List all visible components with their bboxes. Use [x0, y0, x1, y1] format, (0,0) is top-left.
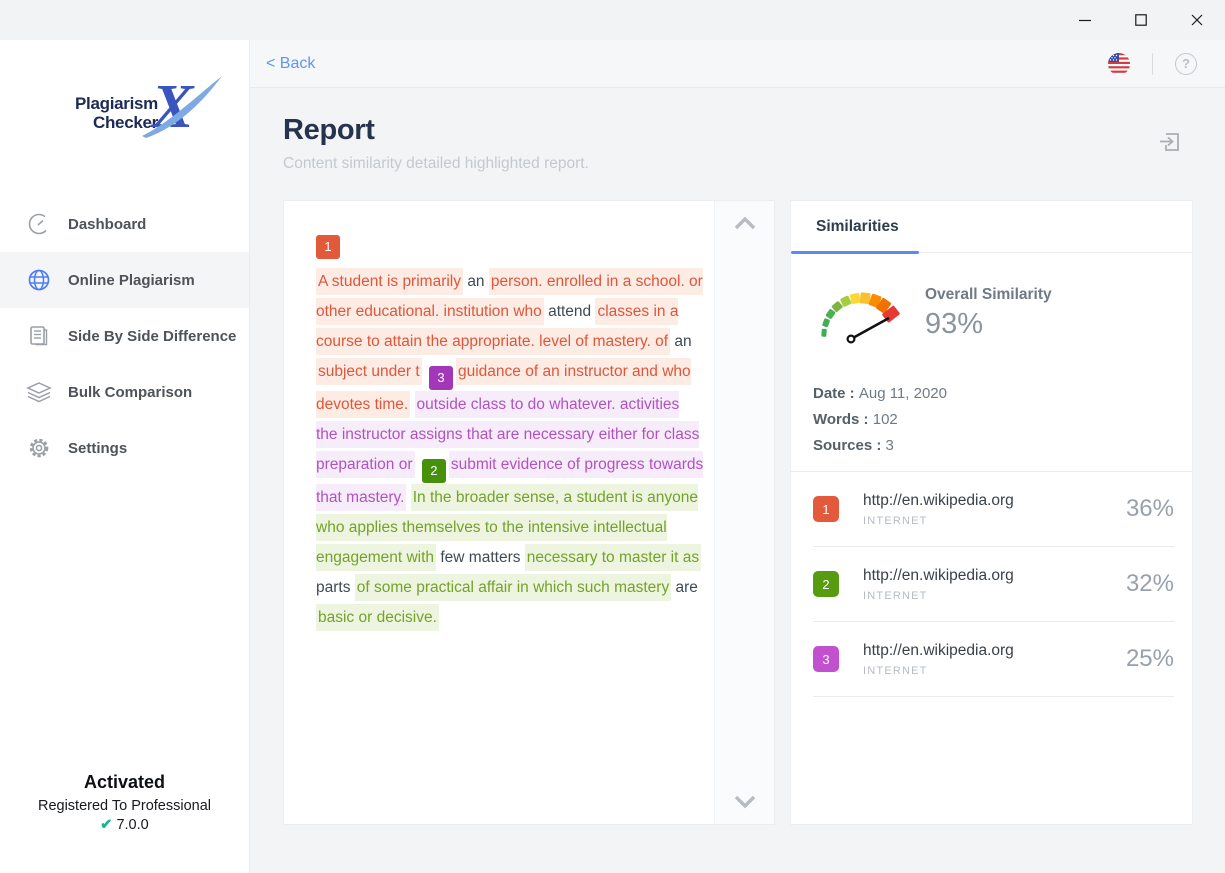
sidebar-item-online-plagiarism[interactable]: Online Plagiarism — [0, 252, 249, 308]
sidebar-item-label: Bulk Comparison — [68, 384, 192, 401]
layers-icon — [26, 379, 52, 405]
back-button[interactable]: < Back — [266, 55, 315, 73]
meta-row: Sources : 3 — [813, 433, 1192, 459]
plain-text-segment: attend — [548, 303, 595, 320]
overall-similarity-value: 93% — [925, 308, 1052, 341]
highlight-segment-s1: A student is primarily — [316, 268, 463, 295]
gear-icon — [26, 435, 52, 461]
sidebar-item-label: Settings — [68, 440, 127, 457]
report-meta: Date : Aug 11, 2020 Words : 102 Sources … — [791, 351, 1192, 459]
source-row[interactable]: 3 http://en.wikipedia.org INTERNET 25% — [813, 622, 1174, 697]
meta-row: Date : Aug 11, 2020 — [813, 381, 1192, 407]
meta-label: Sources : — [813, 437, 886, 454]
plain-text-segment: few matters — [440, 549, 524, 566]
main-content: Report Content similarity detailed highl… — [250, 88, 1225, 873]
globe-icon — [26, 267, 52, 293]
tab-similarities[interactable]: Similarities — [816, 218, 899, 236]
sidebar-item-label: Dashboard — [68, 216, 146, 233]
meta-value: Aug 11, 2020 — [859, 385, 947, 402]
source-type-label: INTERNET — [863, 665, 1014, 677]
source-percent: 25% — [1126, 645, 1174, 673]
sidebar-item-label: Side By Side Difference — [68, 328, 236, 345]
source-url[interactable]: http://en.wikipedia.org — [863, 642, 1014, 660]
sidebar: Plagiarism Checker X Dashboard Online Pl… — [0, 40, 250, 873]
overall-similarity-label: Overall Similarity — [925, 286, 1052, 304]
source-row[interactable]: 2 http://en.wikipedia.org INTERNET 32% — [813, 547, 1174, 622]
source-url[interactable]: http://en.wikipedia.org — [863, 567, 1014, 585]
sidebar-item-dashboard[interactable]: Dashboard — [0, 196, 249, 252]
similarity-gauge-icon — [809, 275, 913, 351]
source-row[interactable]: 1 http://en.wikipedia.org INTERNET 36% — [813, 472, 1174, 547]
highlight-segment-s2: necessary to master it as — [525, 544, 701, 571]
help-icon[interactable]: ? — [1175, 53, 1197, 75]
plain-text-segment: parts — [316, 579, 355, 596]
page-header: Report Content similarity detailed highl… — [250, 88, 1225, 173]
similarities-panel: Similarities — [790, 200, 1193, 825]
source-marker-badge-1[interactable]: 1 — [316, 235, 340, 259]
page-title: Report — [283, 114, 1225, 147]
export-report-icon[interactable] — [1158, 130, 1182, 154]
plain-text-segment: an — [467, 273, 489, 290]
app-logo: Plagiarism Checker X — [52, 78, 212, 148]
highlight-segment-s2: basic or decisive. — [316, 604, 439, 631]
document-scrollbar[interactable] — [714, 201, 774, 824]
highlight-segment-s2: of some practical affair in which such m… — [355, 574, 671, 601]
sidebar-item-side-by-side-difference[interactable]: Side By Side Difference — [0, 308, 249, 364]
meta-value: 102 — [873, 411, 898, 428]
plain-text-segment: are — [676, 579, 698, 596]
speedometer-icon — [26, 211, 52, 237]
scroll-up-icon[interactable] — [732, 215, 758, 231]
sidebar-item-settings[interactable]: Settings — [0, 420, 249, 476]
report-document-panel: 1A student is primarily an person. enrol… — [283, 200, 775, 825]
source-marker-badge-2[interactable]: 2 — [422, 459, 446, 483]
minimize-icon[interactable] — [1057, 0, 1113, 40]
us-flag-icon[interactable] — [1108, 53, 1130, 75]
license-version: 7.0.0 — [116, 817, 148, 833]
tab-active-indicator — [791, 251, 919, 254]
meta-label: Words : — [813, 411, 873, 428]
sidebar-nav: Dashboard Online Plagiarism Side By Side… — [0, 196, 249, 476]
meta-value: 3 — [886, 437, 894, 454]
app-window: Plagiarism Checker X Dashboard Online Pl… — [0, 0, 1225, 873]
source-number-badge: 1 — [813, 496, 839, 522]
source-type-label: INTERNET — [863, 515, 1014, 527]
window-titlebar — [0, 0, 1225, 40]
close-icon[interactable] — [1169, 0, 1225, 40]
source-number-badge: 2 — [813, 571, 839, 597]
highlighted-text: 1A student is primarily an person. enrol… — [284, 201, 714, 824]
scroll-down-icon[interactable] — [732, 794, 758, 810]
license-info: Activated Registered To Professional ✔7.… — [0, 772, 249, 833]
source-percent: 32% — [1126, 570, 1174, 598]
plain-text-segment: an — [674, 333, 691, 350]
topbar-divider — [1152, 53, 1153, 75]
maximize-icon[interactable] — [1113, 0, 1169, 40]
meta-label: Date : — [813, 385, 859, 402]
check-icon: ✔ — [100, 817, 112, 833]
logo-swoosh-icon — [140, 74, 224, 140]
sidebar-item-label: Online Plagiarism — [68, 272, 195, 289]
source-url[interactable]: http://en.wikipedia.org — [863, 492, 1014, 510]
meta-row: Words : 102 — [813, 407, 1192, 433]
license-registered: Registered To Professional — [0, 798, 249, 814]
source-marker-badge-3[interactable]: 3 — [429, 366, 453, 390]
highlight-segment-s1: subject under t — [316, 358, 422, 385]
similarities-tabs: Similarities — [791, 201, 1192, 253]
source-percent: 36% — [1126, 495, 1174, 523]
topbar: < Back ? — [250, 40, 1225, 88]
source-number-badge: 3 — [813, 646, 839, 672]
sources-list: 1 http://en.wikipedia.org INTERNET 36% 2… — [791, 471, 1192, 697]
source-type-label: INTERNET — [863, 590, 1014, 602]
page-subtitle: Content similarity detailed highlighted … — [283, 155, 1225, 173]
sidebar-item-bulk-comparison[interactable]: Bulk Comparison — [0, 364, 249, 420]
license-status: Activated — [0, 772, 249, 793]
document-icon — [26, 323, 52, 349]
